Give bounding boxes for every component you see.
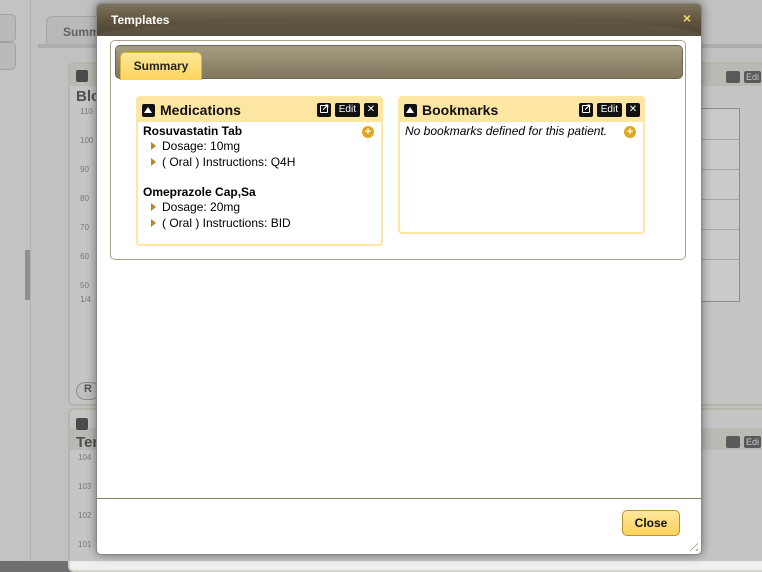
medication-dosage[interactable]: Dosage: 10mg bbox=[143, 138, 376, 154]
plus-circle-icon[interactable]: + bbox=[624, 126, 636, 138]
triangle-up-icon[interactable] bbox=[404, 104, 417, 117]
medications-list: Rosuvastatin Tab Dosage: 10mg ( Oral ) I… bbox=[138, 122, 381, 237]
bookmarks-panel-header: Bookmarks Edit ✕ bbox=[400, 98, 643, 122]
triangle-up-icon[interactable] bbox=[142, 104, 155, 117]
bookmarks-edit-button[interactable]: Edit bbox=[596, 103, 622, 117]
medications-title: Medications bbox=[160, 102, 241, 118]
bookmarks-panel: Bookmarks Edit ✕ + No bookmarks defined … bbox=[398, 96, 645, 234]
bookmarks-title: Bookmarks bbox=[422, 102, 499, 118]
bookmarks-list: No bookmarks defined for this patient. bbox=[400, 122, 643, 144]
external-link-icon bbox=[581, 100, 591, 114]
external-link-button[interactable] bbox=[316, 100, 331, 117]
close-icon[interactable]: × bbox=[683, 11, 691, 25]
close-button[interactable]: Close bbox=[622, 510, 680, 536]
bookmarks-remove-button[interactable]: ✕ bbox=[626, 103, 640, 117]
tab-summary[interactable]: Summary bbox=[120, 52, 202, 80]
close-icon: ✕ bbox=[366, 104, 376, 115]
medications-panel-header: Medications Edit ✕ bbox=[138, 98, 381, 122]
bookmarks-empty-message: No bookmarks defined for this patient. bbox=[405, 124, 608, 138]
titlebar-decoration bbox=[97, 18, 701, 36]
medications-edit-button[interactable]: Edit bbox=[334, 103, 360, 117]
medication-name: Omeprazole Cap,Sa bbox=[143, 185, 256, 199]
dialog-title: Templates bbox=[111, 13, 170, 27]
resize-handle[interactable] bbox=[686, 539, 698, 551]
medication-instructions[interactable]: ( Oral ) Instructions: Q4H bbox=[143, 154, 376, 170]
medication-dosage[interactable]: Dosage: 20mg bbox=[143, 199, 376, 215]
medications-remove-button[interactable]: ✕ bbox=[364, 103, 378, 117]
footer-divider bbox=[97, 498, 701, 499]
bookmarks-header-buttons: Edit ✕ bbox=[578, 100, 640, 117]
close-icon: ✕ bbox=[628, 104, 638, 115]
templates-dialog: Templates × Summary Medications Edit ✕ +… bbox=[96, 3, 702, 555]
medication-instructions[interactable]: ( Oral ) Instructions: BID bbox=[143, 215, 376, 231]
medications-panel: Medications Edit ✕ + Rosuvastatin Tab Do… bbox=[136, 96, 383, 246]
medications-header-buttons: Edit ✕ bbox=[316, 100, 378, 117]
external-link-icon bbox=[319, 100, 329, 114]
plus-circle-icon[interactable]: + bbox=[362, 126, 374, 138]
dialog-titlebar[interactable]: Templates × bbox=[97, 4, 701, 36]
tab-bar: Summary bbox=[115, 45, 683, 80]
external-link-button[interactable] bbox=[578, 100, 593, 117]
medication-name: Rosuvastatin Tab bbox=[143, 124, 243, 138]
